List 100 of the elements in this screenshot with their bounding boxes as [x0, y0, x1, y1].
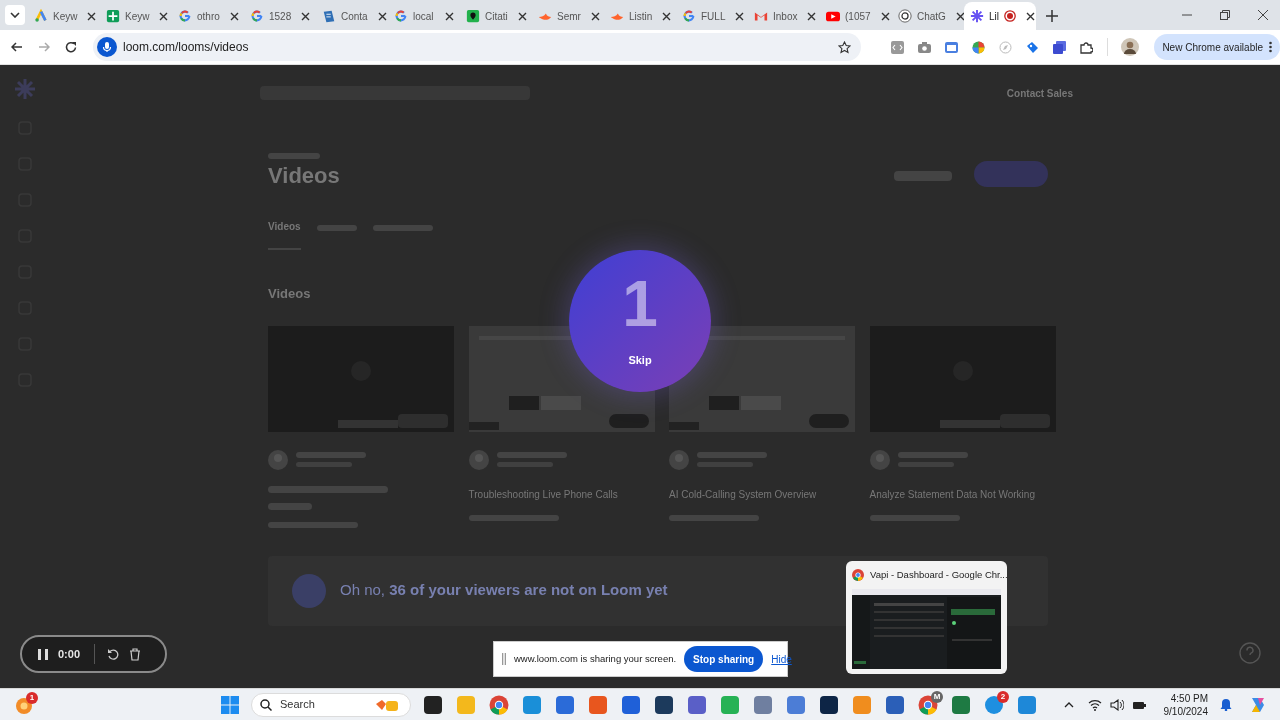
app-icon[interactable] — [819, 694, 839, 715]
volume-icon[interactable] — [1109, 698, 1124, 711]
pause-icon[interactable] — [38, 648, 48, 660]
tab-list-button[interactable] — [5, 5, 25, 25]
browser-tab[interactable]: ChatG — [892, 2, 964, 30]
preview-title: Vapi - Dashboard - Google Chr... — [870, 567, 1008, 582]
browser-tab[interactable]: Lil — [964, 2, 1036, 30]
chrome-logo-icon — [852, 569, 864, 581]
close-icon[interactable] — [517, 11, 527, 21]
close-icon[interactable] — [445, 11, 454, 21]
reload-icon[interactable] — [65, 41, 77, 53]
close-icon[interactable] — [955, 11, 965, 21]
google-g-icon — [250, 9, 264, 23]
contact-sales-link[interactable]: Contact Sales — [1006, 85, 1073, 101]
tab-title: Keyw — [125, 9, 150, 24]
tab[interactable]: Videos — [268, 219, 301, 250]
map-pin-icon — [466, 9, 480, 23]
browser-tab[interactable]: 1528 — [244, 2, 316, 30]
tag-icon[interactable] — [1026, 40, 1040, 54]
browser-tab[interactable]: Conta — [316, 2, 388, 30]
blurred-text — [268, 502, 312, 510]
sheet-icon — [106, 9, 120, 23]
close-icon[interactable] — [735, 11, 745, 21]
avatar-icon — [268, 449, 288, 470]
browser-tab[interactable]: Keyw — [100, 2, 172, 30]
tab-title: Keyw — [53, 9, 78, 24]
clock-time[interactable]: 4:50 PM — [1170, 691, 1208, 705]
browser-tab[interactable]: FULL — [676, 2, 748, 30]
browser-tab[interactable]: Inbox — [748, 2, 820, 30]
blurred-text — [897, 452, 968, 458]
tab-title: local — [413, 9, 434, 24]
close-icon[interactable] — [301, 11, 311, 21]
window-preview[interactable]: Vapi - Dashboard - Google Chr... — [846, 561, 1007, 674]
back-icon[interactable] — [11, 41, 23, 53]
stop-sharing-button[interactable]: Stop sharing — [684, 646, 764, 672]
close-icon[interactable] — [229, 11, 239, 21]
windows-logo-icon[interactable] — [221, 695, 239, 714]
window-icon[interactable] — [945, 40, 959, 54]
avatar-icon — [292, 573, 326, 608]
blurred-text — [296, 452, 366, 458]
document-icon — [322, 9, 336, 23]
chevron-icon[interactable] — [1063, 701, 1074, 708]
clock-date[interactable]: 9/10/2024 — [1163, 704, 1208, 718]
video-title[interactable]: Troubleshooting Live Phone Calls — [468, 485, 657, 503]
video-title[interactable]: AI Cold-Calling System Overview — [669, 485, 858, 503]
camera-icon[interactable] — [918, 40, 932, 54]
page-heading: Videos — [268, 165, 340, 187]
microphone-icon — [97, 37, 117, 57]
browser-tab[interactable]: (1057 — [820, 2, 892, 30]
close-icon[interactable] — [880, 11, 890, 21]
skip-button[interactable]: Skip — [628, 352, 652, 369]
restart-icon[interactable] — [107, 648, 120, 660]
avatar-icon — [869, 449, 890, 470]
close-icon[interactable] — [159, 11, 169, 21]
close-icon[interactable] — [377, 11, 387, 21]
search-field[interactable]: Search — [251, 692, 411, 717]
grip-icon[interactable] — [502, 653, 506, 665]
notification-badge: 1 — [26, 691, 38, 704]
more-icon — [1269, 41, 1272, 53]
update-button[interactable]: New Chrome available — [1154, 34, 1280, 60]
app-icon[interactable] — [654, 694, 674, 715]
video-title[interactable]: Analyze Statement Data Not Working — [869, 485, 1058, 503]
battery-icon[interactable] — [1131, 699, 1146, 710]
close-icon[interactable] — [590, 11, 600, 21]
puzzle-icon[interactable] — [1080, 40, 1094, 54]
tab-title: (1057 — [845, 9, 871, 24]
browser-tab[interactable]: Semr — [532, 2, 604, 30]
tab-title: FULL — [701, 9, 726, 24]
close-icon[interactable] — [87, 11, 97, 21]
close-icon[interactable] — [807, 11, 817, 21]
avatar-icon[interactable] — [1121, 38, 1140, 56]
address-bar[interactable]: loom.com/looms/videos — [93, 33, 862, 61]
copy-icon[interactable] — [1053, 40, 1067, 54]
close-icon[interactable] — [1258, 10, 1268, 20]
app-icon[interactable] — [423, 694, 443, 715]
browser-tab[interactable]: Keyw — [28, 2, 100, 30]
trash-icon[interactable] — [129, 647, 142, 661]
browser-tab[interactable]: Listin — [604, 2, 676, 30]
star-icon[interactable] — [838, 40, 852, 54]
code-icon[interactable] — [891, 40, 905, 54]
notification-badge: 2 — [997, 690, 1009, 703]
search-placeholder: Search — [280, 697, 315, 713]
close-icon[interactable] — [662, 11, 672, 21]
avatar-icon — [669, 449, 689, 470]
tab-title: Lil — [989, 9, 999, 24]
blurred-text — [697, 452, 767, 458]
chrome-logo-icon[interactable] — [489, 694, 509, 715]
chrome-logo-icon[interactable] — [918, 694, 938, 715]
google-g-icon — [178, 9, 192, 23]
color-wheel-icon[interactable] — [972, 40, 986, 54]
browser-tab[interactable]: Citati — [460, 2, 532, 30]
browser-tab[interactable]: local — [388, 2, 460, 30]
bell-icon[interactable] — [1220, 698, 1232, 711]
notification-badge: M — [931, 690, 943, 703]
browser-tab[interactable]: othro — [172, 2, 244, 30]
wifi-icon[interactable] — [1087, 698, 1102, 711]
banner-text: Oh no, 36 of your viewers are not on Loom yet — [340, 580, 668, 601]
close-icon[interactable] — [1026, 11, 1035, 21]
google-g-icon — [682, 9, 696, 23]
restore-icon[interactable] — [1220, 10, 1230, 20]
